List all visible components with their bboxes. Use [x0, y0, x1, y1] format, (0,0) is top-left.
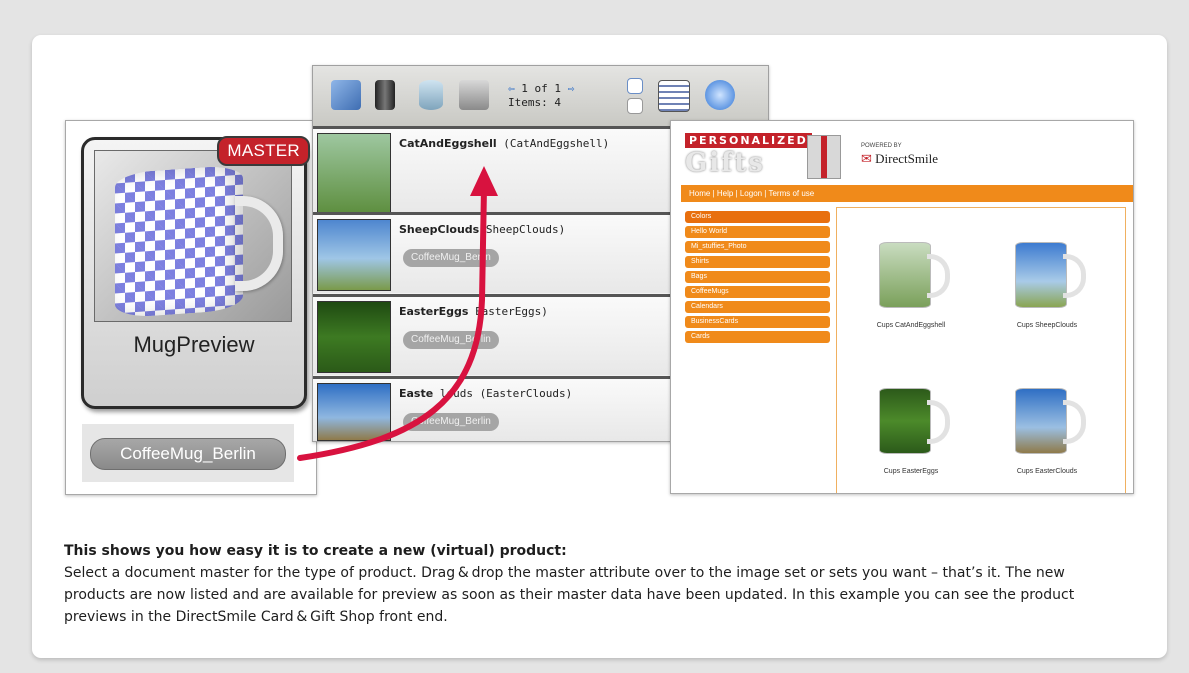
mug-icon — [1015, 388, 1067, 454]
image-set-title: EasterEggs EasterEggs) — [399, 305, 548, 318]
shop-nav-bar[interactable]: Home | Help | Logon | Terms of use — [681, 185, 1133, 202]
mug-icon — [1015, 242, 1067, 308]
shop-front-end-panel: PERSONALIZED Gifts POWERED BY ✉ DirectSm… — [670, 120, 1134, 494]
envelope-icon: ✉ — [861, 151, 872, 166]
product-caption: Cups CatAndEggshell — [876, 322, 946, 329]
image-set-thumbnail — [317, 383, 391, 441]
product-grid: Cups CatAndEggshell Cups SheepClouds Cup… — [836, 207, 1126, 493]
mug-icon — [879, 242, 931, 308]
category-menu-item[interactable]: Shirts — [685, 256, 830, 268]
master-badge: MASTER — [217, 136, 310, 166]
category-menu-item[interactable]: Mi_stuffies_Photo — [685, 241, 830, 253]
mug-handle-icon — [1063, 400, 1086, 444]
mug-handle-icon — [1063, 254, 1086, 298]
caption: This shows you how easy it is to create … — [64, 540, 1124, 628]
document-name: MugPreview — [133, 332, 255, 357]
image-set-attribute-pill[interactable]: CoffeeMug_Berlin — [403, 249, 499, 267]
powered-by-label: POWERED BY — [861, 143, 902, 149]
image-set-thumbnail — [317, 301, 391, 373]
logo-tagline: PERSONALIZED — [685, 133, 812, 148]
product-caption: Cups EasterEggs — [883, 468, 939, 475]
caption-heading: This shows you how easy it is to create … — [64, 543, 567, 559]
product-caption: Cups EasterClouds — [1016, 468, 1078, 475]
category-menu-item[interactable]: Cards — [685, 331, 830, 343]
image-set-title: SheepClouds SheepClouds) — [399, 223, 566, 236]
mug-icon — [115, 164, 243, 319]
brand-name: ✉ DirectSmile — [861, 151, 938, 166]
image-set-attribute-pill[interactable]: CoffeeMug_Berlin — [403, 413, 499, 431]
page-indicator: 1 of 1 — [521, 82, 561, 95]
single-view-icon[interactable] — [627, 98, 643, 114]
master-attribute-area: CoffeeMug_Berlin — [82, 424, 294, 482]
master-document-tile[interactable]: MASTER MugPreview — [81, 136, 310, 409]
image-set-thumbnail — [317, 219, 391, 291]
category-menu-item[interactable]: Bags — [685, 271, 830, 283]
category-menu-item[interactable]: Calendars — [685, 301, 830, 313]
refresh-icon[interactable] — [705, 80, 735, 110]
gift-box-icon — [807, 135, 841, 179]
category-menu-item[interactable]: Hello World — [685, 226, 830, 238]
previous-page-icon[interactable]: ⇦ — [508, 82, 515, 95]
items-count: Items: 4 — [508, 96, 561, 109]
image-set-thumbnail — [317, 133, 391, 215]
mug-preview-image — [94, 150, 292, 322]
product-card[interactable]: Cups EasterEggs — [851, 374, 971, 493]
mug-handle-icon — [927, 400, 950, 444]
master-document-panel: MASTER MugPreview CoffeeMug_Berlin — [65, 120, 317, 495]
database-icon[interactable] — [419, 80, 443, 110]
server-icon[interactable] — [375, 80, 395, 110]
image-sets-toolbar: ⇦ 1 of 1 ⇨ Items: 4 — [313, 66, 768, 127]
caption-body: Select a document master for the type of… — [64, 565, 1075, 625]
product-card[interactable]: Cups SheepClouds — [987, 228, 1107, 348]
category-menu-item[interactable]: BusinessCards — [685, 316, 830, 328]
mug-handle-icon — [235, 196, 283, 291]
master-attribute-pill[interactable]: CoffeeMug_Berlin — [90, 438, 286, 470]
mug-handle-icon — [927, 254, 950, 298]
image-set-title: CatAndEggshell (CatAndEggshell) — [399, 137, 610, 150]
grid-view-icon[interactable] — [627, 78, 643, 94]
category-menu-item[interactable]: Colors — [685, 211, 830, 223]
shop-category-menu: Colors Hello World Mi_stuffies_Photo Shi… — [685, 211, 830, 346]
image-set-attribute-pill[interactable]: CoffeeMug_Berlin — [403, 331, 499, 349]
mug-icon — [879, 388, 931, 454]
list-view-icon[interactable] — [658, 80, 690, 112]
next-page-icon[interactable]: ⇨ — [568, 82, 575, 95]
network-icon[interactable] — [331, 80, 361, 110]
product-card[interactable]: Cups EasterClouds — [987, 374, 1107, 493]
category-menu-item[interactable]: CoffeeMugs — [685, 286, 830, 298]
pager: ⇦ 1 of 1 ⇨ Items: 4 — [508, 82, 574, 110]
product-card[interactable]: Cups CatAndEggshell — [851, 228, 971, 348]
product-caption: Cups SheepClouds — [1016, 322, 1078, 329]
delete-icon[interactable] — [459, 80, 489, 110]
image-set-title: Easte louds (EasterClouds) — [399, 387, 573, 400]
